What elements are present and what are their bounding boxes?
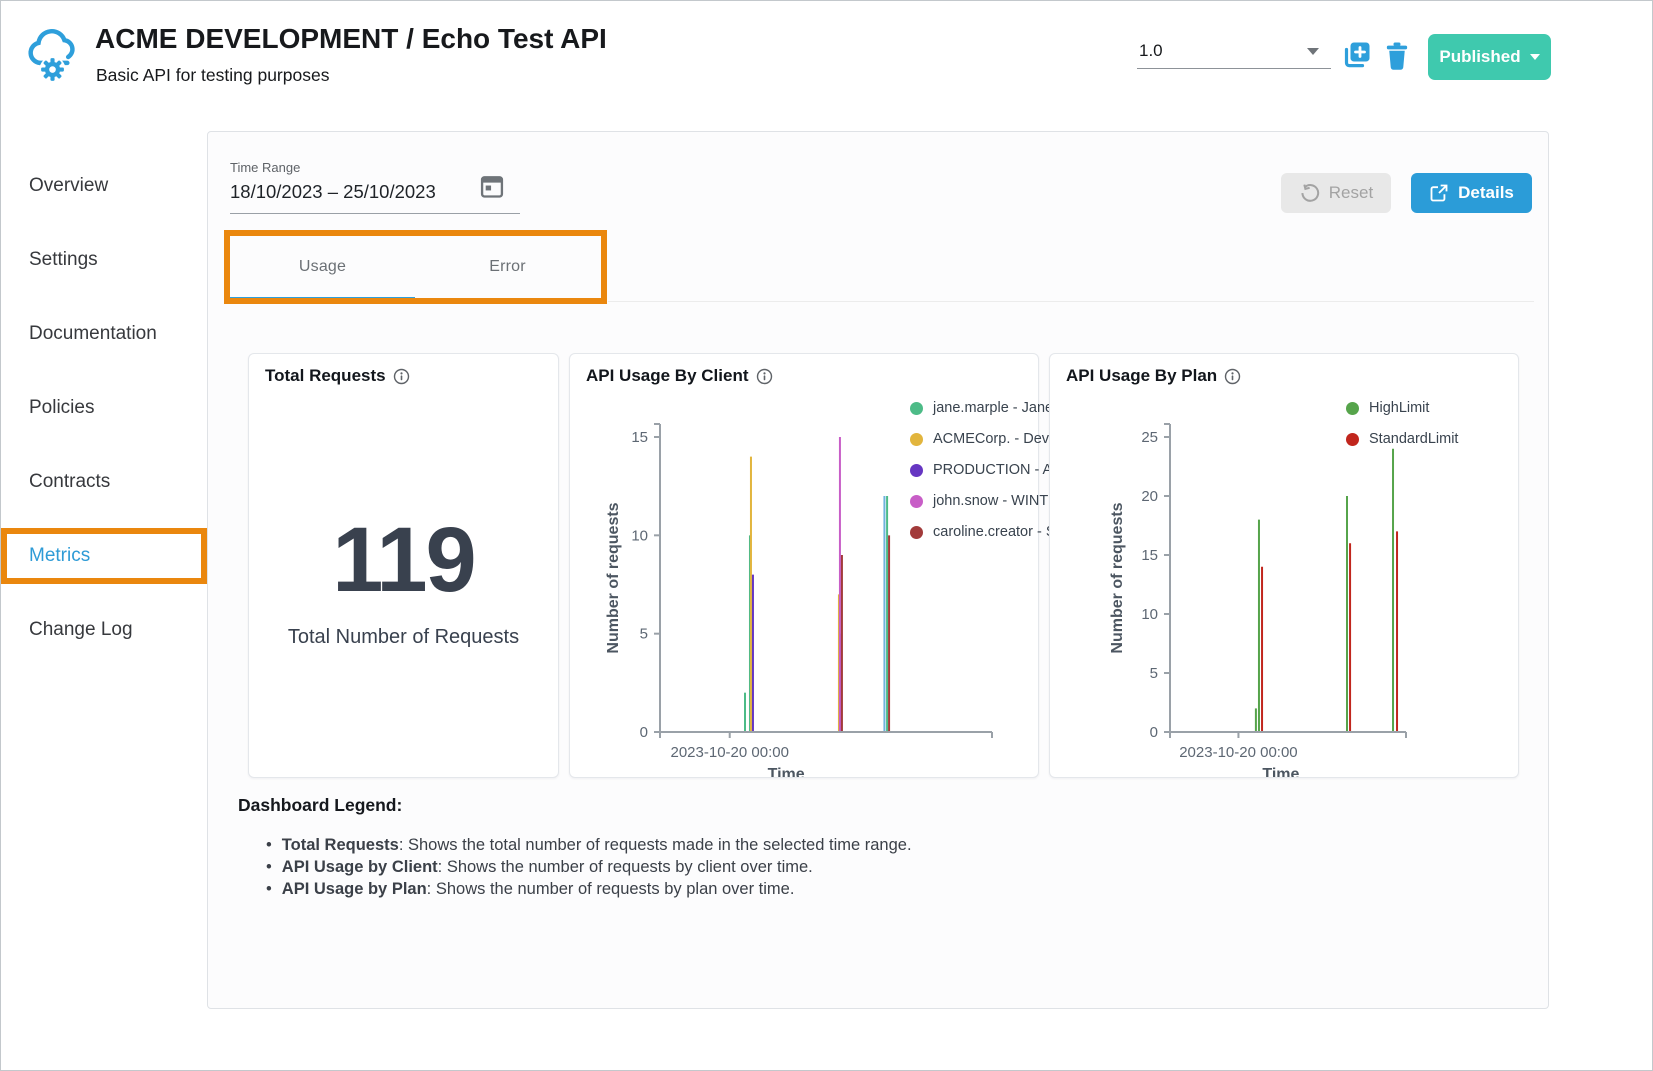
tab-divider (608, 301, 1534, 302)
trash-icon (1381, 39, 1417, 71)
version-select-value: 1.0 (1139, 41, 1163, 61)
legend-dot (910, 526, 923, 539)
sidebar-item-documentation[interactable]: Documentation (29, 323, 157, 345)
sidebar-item-metrics[interactable]: Metrics (29, 545, 90, 567)
time-range-label: Time Range (230, 160, 520, 175)
time-range-value: 18/10/2023 – 25/10/2023 (230, 181, 520, 203)
svg-text:Time: Time (768, 766, 805, 777)
new-version-button[interactable] (1339, 37, 1375, 73)
sidebar-item-settings[interactable]: Settings (29, 249, 98, 271)
calendar-icon (478, 172, 506, 200)
info-icon[interactable] (393, 368, 410, 385)
svg-text:Number of requests: Number of requests (605, 502, 622, 653)
legend-dot (910, 495, 923, 508)
sidebar-item-overview[interactable]: Overview (29, 175, 108, 197)
svg-text:20: 20 (1141, 488, 1158, 505)
svg-text:10: 10 (1141, 606, 1158, 623)
legend-bullet-total-requests: • Total Requests: Shows the total number… (266, 837, 912, 854)
published-label: Published (1439, 47, 1520, 67)
sidebar-item-contracts[interactable]: Contracts (29, 471, 110, 493)
svg-text:10: 10 (631, 527, 648, 544)
dashboard-legend-heading: Dashboard Legend: (238, 795, 402, 816)
chevron-down-icon (1530, 54, 1540, 60)
tab-bar: Usage Error (230, 236, 600, 299)
legend-dot (910, 433, 923, 446)
legend-label: caroline.creator - S... (933, 524, 1068, 540)
chart-legend: HighLimit StandardLimit (1346, 400, 1458, 447)
version-select[interactable]: 1.0 (1137, 37, 1331, 69)
details-label: Details (1458, 183, 1514, 203)
legend-dot (910, 402, 923, 415)
details-button[interactable]: Details (1411, 173, 1532, 213)
usage-by-client-card: API Usage By Client 0510152023-10-20 00:… (569, 353, 1039, 778)
total-requests-value: 119 (249, 514, 558, 606)
api-description: Basic API for testing purposes (96, 65, 329, 86)
card-title: Total Requests (265, 366, 386, 386)
delete-button[interactable] (1381, 37, 1417, 73)
dashboard-legend-list: • Total Requests: Shows the total number… (266, 837, 912, 898)
svg-text:5: 5 (640, 626, 648, 643)
legend-dot (1346, 433, 1359, 446)
legend-item[interactable]: HighLimit (1346, 400, 1458, 416)
tab-error[interactable]: Error (415, 236, 600, 298)
svg-text:Number of requests: Number of requests (1109, 502, 1126, 653)
calendar-button[interactable] (478, 172, 506, 200)
total-requests-card: Total Requests 119 Total Number of Reque… (248, 353, 559, 778)
field-underline (230, 213, 520, 214)
legend-item[interactable]: StandardLimit (1346, 431, 1458, 447)
legend-bullet-usage-by-plan: • API Usage by Plan: Shows the number of… (266, 881, 912, 898)
open-in-new-icon (1429, 183, 1449, 203)
svg-text:0: 0 (640, 724, 648, 741)
reset-label: Reset (1329, 183, 1373, 203)
legend-label: ACMECorp. - Dev (933, 431, 1049, 447)
time-range-field[interactable]: Time Range 18/10/2023 – 25/10/2023 (230, 160, 520, 214)
select-underline (1137, 68, 1331, 69)
legend-label: HighLimit (1369, 400, 1429, 416)
published-status-button[interactable]: Published (1428, 34, 1551, 80)
legend-label: StandardLimit (1369, 431, 1458, 447)
app-window: ACME DEVELOPMENT / Echo Test API Basic A… (0, 0, 1653, 1071)
cloud-gear-logo-icon (23, 25, 81, 83)
reset-button[interactable]: Reset (1281, 173, 1391, 213)
tab-usage[interactable]: Usage (230, 236, 415, 298)
copy-plus-icon (1339, 38, 1375, 72)
svg-text:0: 0 (1150, 724, 1158, 741)
svg-text:2023-10-20 00:00: 2023-10-20 00:00 (1179, 744, 1297, 761)
metrics-panel: Time Range 18/10/2023 – 25/10/2023 (207, 131, 1549, 1009)
page-title: ACME DEVELOPMENT / Echo Test API (95, 23, 607, 55)
legend-dot (1346, 402, 1359, 415)
total-requests-caption: Total Number of Requests (249, 626, 558, 649)
sidebar-item-changelog[interactable]: Change Log (29, 619, 133, 641)
svg-text:5: 5 (1150, 665, 1158, 682)
usage-by-plan-card: API Usage By Plan 05101520252023-10-20 0… (1049, 353, 1519, 778)
svg-text:2023-10-20 00:00: 2023-10-20 00:00 (671, 744, 789, 761)
svg-text:Time: Time (1262, 766, 1299, 777)
sidebar-item-policies[interactable]: Policies (29, 397, 94, 419)
legend-dot (910, 464, 923, 477)
rotate-ccw-icon (1299, 183, 1320, 204)
svg-text:15: 15 (1141, 547, 1158, 564)
legend-bullet-usage-by-client: • API Usage by Client: Shows the number … (266, 859, 912, 876)
chevron-down-icon (1307, 48, 1319, 55)
svg-text:25: 25 (1141, 429, 1158, 446)
svg-text:15: 15 (631, 429, 648, 446)
